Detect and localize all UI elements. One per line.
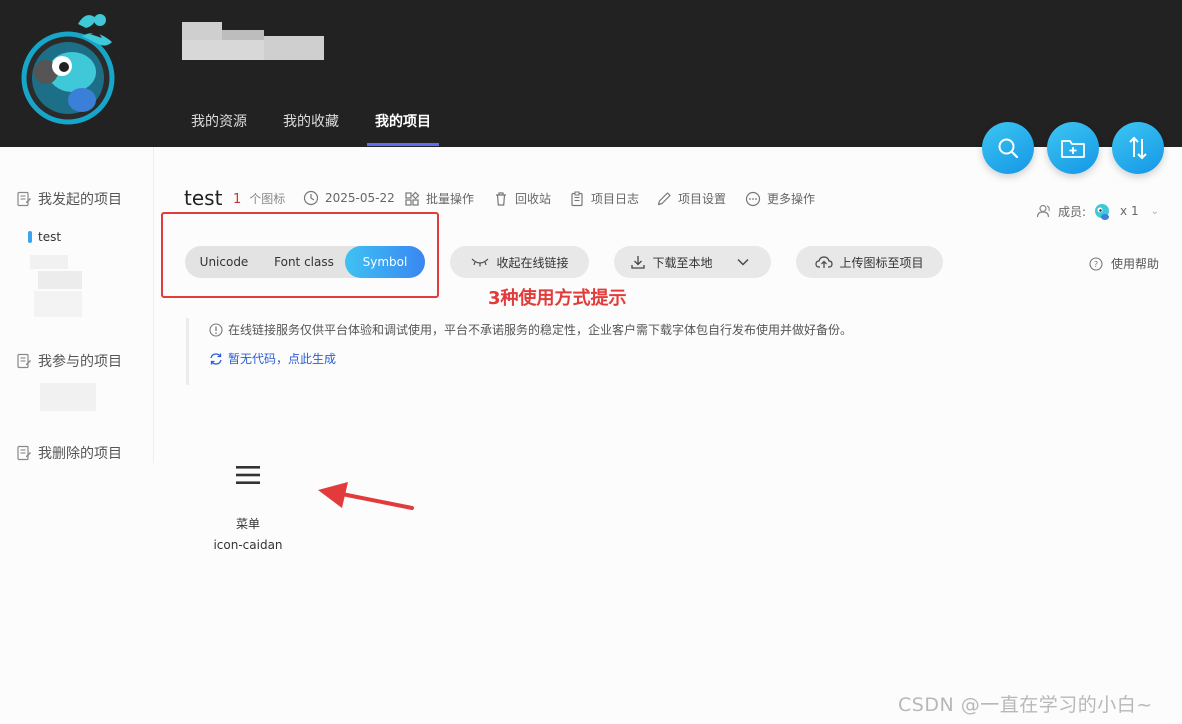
- icon-name: 菜单: [235, 517, 260, 531]
- project-settings-label: 项目设置: [678, 192, 727, 206]
- blurred-username: [182, 18, 324, 62]
- selected-indicator: [28, 231, 32, 243]
- nav-my-projects[interactable]: 我的项目: [367, 100, 439, 146]
- upload-icons-button[interactable]: 上传图标至项目: [796, 246, 943, 278]
- help-label: 使用帮助: [1111, 257, 1160, 271]
- members-count: x 1: [1120, 204, 1139, 218]
- eye-closed-icon: [472, 258, 489, 267]
- question-icon: ?: [1089, 256, 1103, 271]
- info-icon: [209, 322, 223, 337]
- watermark: CSDN @一直在学习的小白~: [898, 694, 1153, 716]
- new-project-button[interactable]: [1047, 122, 1099, 174]
- generate-code-link[interactable]: 暂无代码，点此生成: [209, 350, 886, 367]
- notice-text-line: 在线链接服务仅供平台体验和调试使用，平台不承诺服务的稳定性，企业客户需下载字体包…: [209, 321, 886, 338]
- members-dropdown[interactable]: 成员: x 1 ⌄: [1036, 200, 1159, 222]
- sidebar-group-label: 我发起的项目: [38, 192, 122, 208]
- online-link-notice: 在线链接服务仅供平台体验和调试使用，平台不承诺服务的稳定性，企业客户需下载字体包…: [186, 318, 886, 385]
- sort-button[interactable]: [1112, 122, 1164, 174]
- tab-symbol[interactable]: Symbol: [345, 246, 425, 278]
- clipboard-icon: [571, 191, 583, 206]
- pencil-icon: [657, 191, 671, 205]
- icon-code: icon-caidan: [213, 538, 283, 552]
- generate-code-label: 暂无代码，点此生成: [228, 352, 337, 366]
- icon-count-number: 1: [233, 192, 242, 207]
- icon-card-caidan[interactable]: 菜单 icon-caidan: [210, 455, 286, 552]
- user-group-icon: [1036, 204, 1050, 218]
- main-nav: 我的资源 我的收藏 我的项目: [183, 100, 459, 146]
- document-icon: [17, 445, 31, 461]
- clock-icon: [303, 190, 319, 206]
- nav-my-resources[interactable]: 我的资源: [183, 100, 255, 146]
- avatar[interactable]: [20, 6, 120, 128]
- blurred-project: [38, 271, 82, 289]
- blurred-project: [34, 291, 82, 317]
- sidebar-group-label: 我参与的项目: [38, 354, 122, 370]
- download-button[interactable]: 下载至本地: [614, 246, 771, 278]
- sidebar-item-test[interactable]: test: [28, 230, 61, 244]
- annotation-label: 3种使用方式提示: [488, 288, 627, 309]
- sidebar-group-created[interactable]: 我发起的项目: [16, 189, 122, 209]
- more-operations-button[interactable]: 更多操作: [745, 190, 815, 207]
- batch-operation-label: 批量操作: [426, 192, 475, 206]
- date-text: 2025-05-22: [325, 191, 395, 205]
- nav-my-favorites[interactable]: 我的收藏: [275, 100, 347, 146]
- svg-text:?: ?: [1094, 260, 1098, 269]
- help-link[interactable]: ? 使用帮助: [1089, 255, 1159, 272]
- collapse-link-button[interactable]: 收起在线链接: [450, 246, 589, 278]
- members-label: 成员:: [1058, 204, 1087, 219]
- icon-count: 1 个图标: [233, 190, 285, 207]
- more-icon: [745, 191, 761, 206]
- icon-count-unit: 个图标: [249, 192, 286, 206]
- tab-unicode[interactable]: Unicode: [185, 246, 263, 278]
- created-date: 2025-05-22: [303, 190, 395, 206]
- project-log-button[interactable]: 项目日志: [569, 190, 639, 207]
- upload-label: 上传图标至项目: [839, 255, 924, 270]
- project-log-label: 项目日志: [591, 192, 640, 206]
- batch-operation-button[interactable]: 批量操作: [404, 190, 474, 207]
- project-sidebar: 我发起的项目 test 我参与的项目 我删除的项目: [0, 147, 154, 463]
- blurred-project: [40, 383, 96, 411]
- cloud-upload-icon: [815, 256, 834, 268]
- collapse-link-label: 收起在线链接: [496, 255, 569, 270]
- blurred-project: [30, 255, 68, 269]
- chevron-down-icon: ⌄: [1150, 205, 1159, 217]
- download-label: 下载至本地: [652, 255, 713, 270]
- sidebar-item-label: test: [38, 230, 62, 244]
- sidebar-group-deleted[interactable]: 我删除的项目: [16, 443, 122, 463]
- project-title: test: [184, 186, 223, 210]
- recycle-bin-button[interactable]: 回收站: [493, 190, 551, 207]
- chevron-down-icon[interactable]: [737, 255, 755, 269]
- folder-add-icon: [1061, 140, 1085, 158]
- member-avatar-icon: [1095, 204, 1110, 220]
- search-icon: [998, 138, 1019, 159]
- project-settings-button[interactable]: 项目设置: [656, 190, 726, 207]
- refresh-icon: [210, 352, 222, 365]
- recycle-bin-label: 回收站: [515, 192, 552, 206]
- sort-icon: [1129, 136, 1147, 160]
- sidebar-group-joined[interactable]: 我参与的项目: [16, 351, 122, 371]
- search-button[interactable]: [982, 122, 1034, 174]
- download-icon: [631, 256, 646, 269]
- more-operations-label: 更多操作: [767, 192, 816, 206]
- sidebar-group-label: 我删除的项目: [38, 446, 122, 462]
- annotation-arrow-icon: [318, 482, 414, 510]
- document-icon: [17, 353, 31, 369]
- document-icon: [17, 191, 31, 207]
- grid-icon: [405, 191, 420, 206]
- trash-icon: [496, 191, 506, 206]
- usage-mode-tabs: Unicode Font class Symbol: [185, 246, 425, 278]
- menu-icon: [210, 455, 286, 495]
- tab-font-class[interactable]: Font class: [263, 246, 345, 278]
- notice-text: 在线链接服务仅供平台体验和调试使用，平台不承诺服务的稳定性，企业客户需下载字体包…: [228, 323, 853, 337]
